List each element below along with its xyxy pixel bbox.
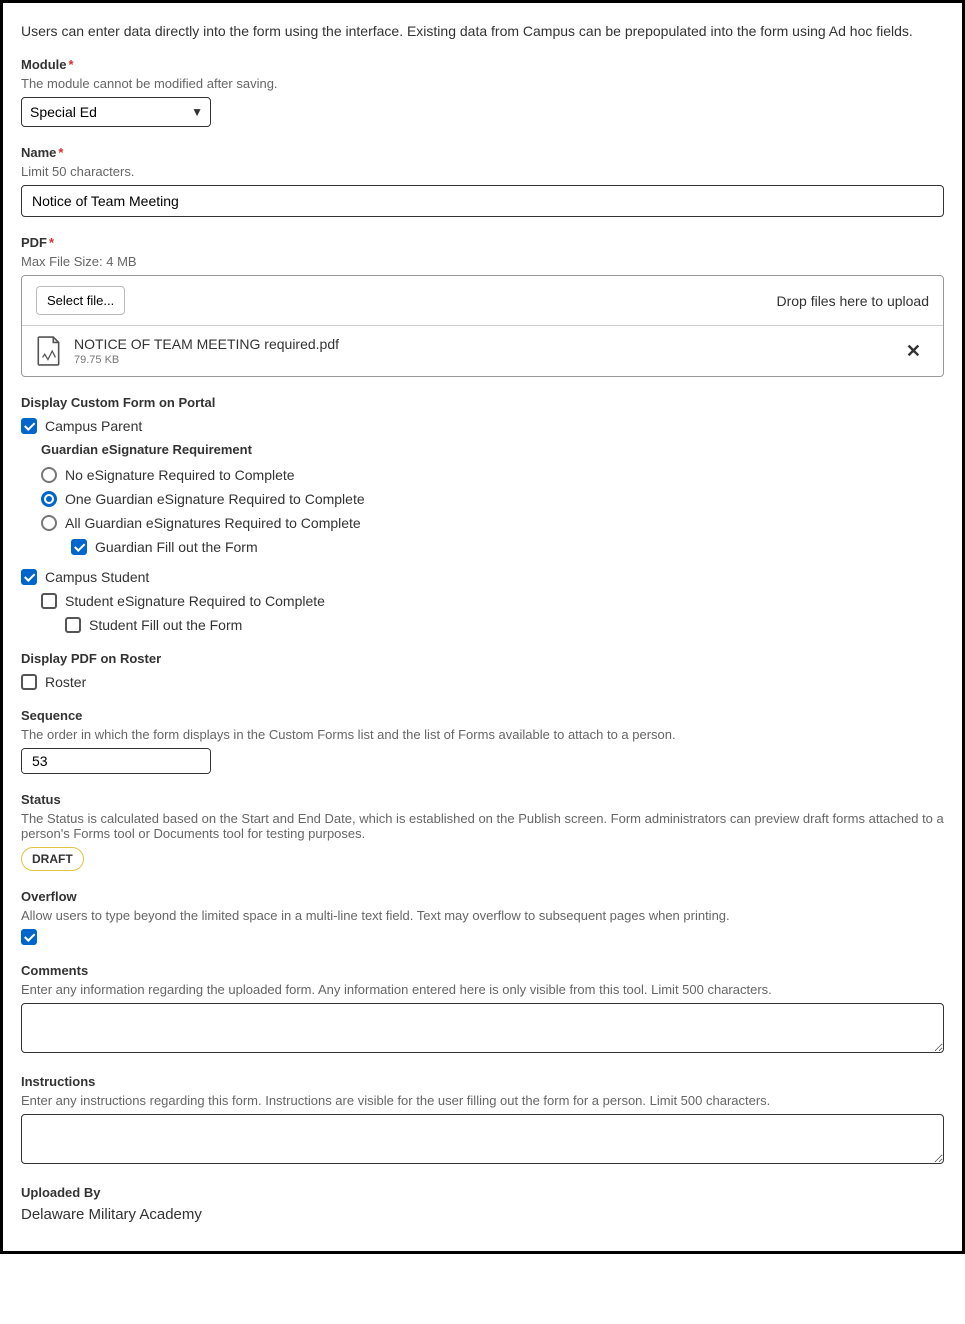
uploaded-by-value: Delaware Military Academy bbox=[21, 1206, 944, 1223]
roster-checkbox[interactable] bbox=[21, 674, 37, 690]
all-guardian-esig-label: All Guardian eSignatures Required to Com… bbox=[65, 515, 361, 531]
guardian-fill-label: Guardian Fill out the Form bbox=[95, 539, 258, 555]
overflow-label: Overflow bbox=[21, 889, 944, 904]
sequence-input[interactable] bbox=[22, 749, 211, 773]
roster-title: Display PDF on Roster bbox=[21, 651, 944, 666]
name-label: Name* bbox=[21, 145, 944, 160]
comments-helper: Enter any information regarding the uplo… bbox=[21, 982, 944, 997]
module-select[interactable]: Special Ed bbox=[21, 97, 211, 127]
portal-title: Display Custom Form on Portal bbox=[21, 395, 944, 410]
roster-group: Display PDF on Roster Roster bbox=[21, 651, 944, 690]
overflow-checkbox[interactable] bbox=[21, 929, 37, 945]
pdf-group: PDF* Max File Size: 4 MB Select file... … bbox=[21, 235, 944, 377]
student-fill-checkbox[interactable] bbox=[65, 617, 81, 633]
comments-group: Comments Enter any information regarding… bbox=[21, 963, 944, 1056]
sequence-group: Sequence The order in which the form dis… bbox=[21, 708, 944, 774]
select-file-button[interactable]: Select file... bbox=[36, 286, 125, 315]
overflow-group: Overflow Allow users to type beyond the … bbox=[21, 889, 944, 945]
instructions-group: Instructions Enter any instructions rega… bbox=[21, 1074, 944, 1167]
one-guardian-esig-label: One Guardian eSignature Required to Comp… bbox=[65, 491, 365, 507]
campus-student-checkbox[interactable] bbox=[21, 569, 37, 585]
pdf-helper: Max File Size: 4 MB bbox=[21, 254, 944, 269]
campus-parent-label: Campus Parent bbox=[45, 418, 142, 434]
student-fill-label: Student Fill out the Form bbox=[89, 617, 242, 633]
guardian-fill-checkbox[interactable] bbox=[71, 539, 87, 555]
file-upload-area: Select file... Drop files here to upload… bbox=[21, 275, 944, 377]
form-container: Users can enter data directly into the f… bbox=[0, 0, 965, 1254]
sequence-label: Sequence bbox=[21, 708, 944, 723]
no-esig-radio[interactable] bbox=[41, 467, 57, 483]
uploaded-by-label: Uploaded By bbox=[21, 1185, 944, 1200]
campus-student-label: Campus Student bbox=[45, 569, 149, 585]
status-helper: The Status is calculated based on the St… bbox=[21, 811, 944, 841]
drop-hint: Drop files here to upload bbox=[776, 293, 929, 309]
module-helper: The module cannot be modified after savi… bbox=[21, 76, 944, 91]
overflow-helper: Allow users to type beyond the limited s… bbox=[21, 908, 944, 923]
instructions-helper: Enter any instructions regarding this fo… bbox=[21, 1093, 944, 1108]
remove-file-button[interactable]: ✕ bbox=[898, 337, 929, 366]
name-helper: Limit 50 characters. bbox=[21, 164, 944, 179]
pdf-file-icon bbox=[36, 336, 62, 366]
status-label: Status bbox=[21, 792, 944, 807]
intro-text: Users can enter data directly into the f… bbox=[21, 23, 944, 39]
file-size: 79.75 KB bbox=[74, 354, 898, 366]
all-guardian-esig-radio[interactable] bbox=[41, 515, 57, 531]
roster-label: Roster bbox=[45, 674, 86, 690]
one-guardian-esig-radio[interactable] bbox=[41, 491, 57, 507]
name-group: Name* Limit 50 characters. bbox=[21, 145, 944, 217]
uploaded-by-group: Uploaded By Delaware Military Academy bbox=[21, 1185, 944, 1223]
instructions-label: Instructions bbox=[21, 1074, 944, 1089]
guardian-esig-title: Guardian eSignature Requirement bbox=[41, 442, 944, 457]
instructions-textarea[interactable] bbox=[21, 1114, 944, 1164]
uploaded-file-row: NOTICE OF TEAM MEETING required.pdf 79.7… bbox=[22, 326, 943, 376]
campus-parent-checkbox[interactable] bbox=[21, 418, 37, 434]
student-esig-checkbox[interactable] bbox=[41, 593, 57, 609]
module-group: Module* The module cannot be modified af… bbox=[21, 57, 944, 127]
status-group: Status The Status is calculated based on… bbox=[21, 792, 944, 871]
no-esig-label: No eSignature Required to Complete bbox=[65, 467, 295, 483]
status-badge: DRAFT bbox=[21, 847, 84, 871]
student-esig-label: Student eSignature Required to Complete bbox=[65, 593, 325, 609]
portal-group: Display Custom Form on Portal Campus Par… bbox=[21, 395, 944, 633]
pdf-label: PDF* bbox=[21, 235, 944, 250]
close-icon: ✕ bbox=[906, 341, 921, 361]
comments-textarea[interactable] bbox=[21, 1003, 944, 1053]
sequence-helper: The order in which the form displays in … bbox=[21, 727, 944, 742]
file-name: NOTICE OF TEAM MEETING required.pdf bbox=[74, 336, 898, 352]
module-label: Module* bbox=[21, 57, 944, 72]
name-input[interactable] bbox=[21, 185, 944, 217]
comments-label: Comments bbox=[21, 963, 944, 978]
